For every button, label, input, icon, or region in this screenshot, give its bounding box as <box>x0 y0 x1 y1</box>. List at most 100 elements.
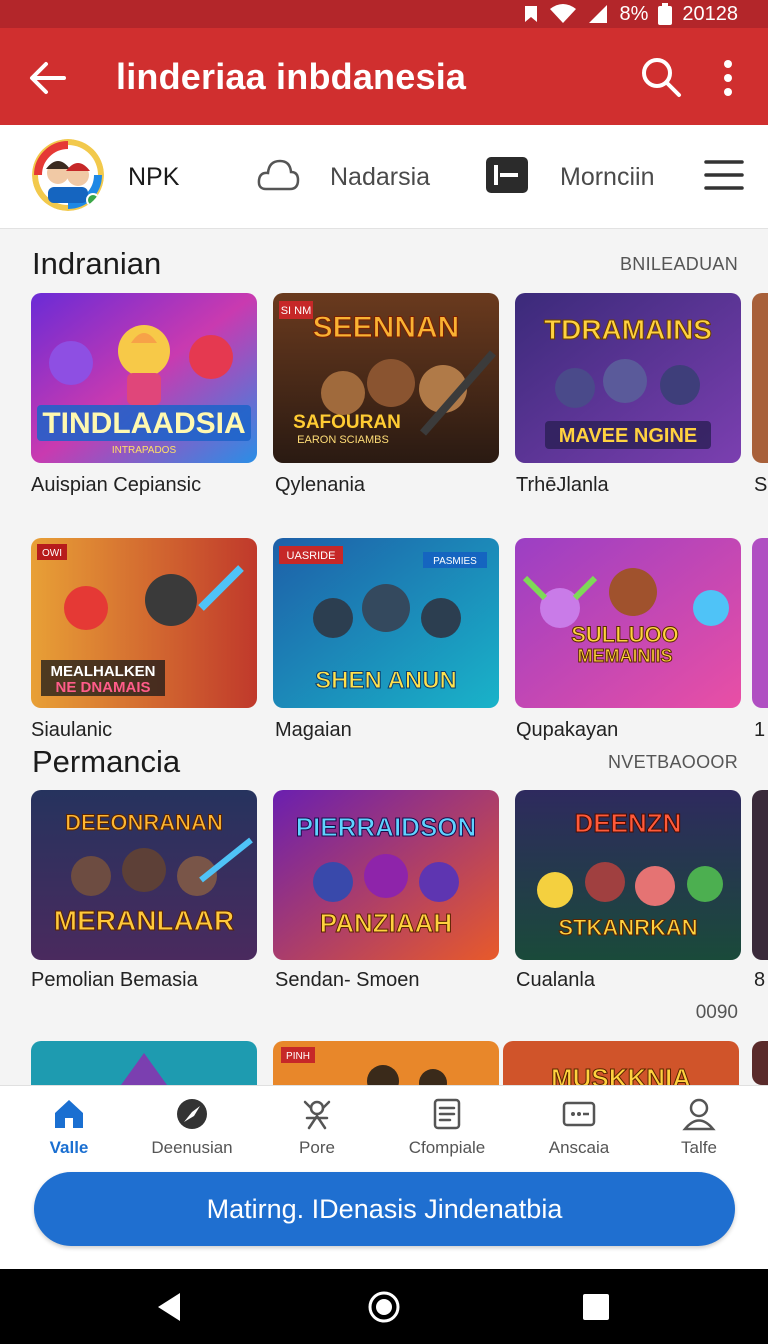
game-card[interactable]: OWI MEALHALKEN NE DNAMAIS <box>31 538 257 708</box>
bottom-nav-talfe[interactable]: Talfe <box>639 1096 759 1158</box>
game-card[interactable] <box>31 1041 257 1085</box>
back-arrow-icon[interactable] <box>28 58 68 98</box>
game-art-tag: PASMIES <box>433 556 477 567</box>
game-art-tag: SI NM <box>281 305 312 317</box>
game-card[interactable]: SI NM SEENNAN SAFOURAN EARON SCIAMBS <box>273 293 499 463</box>
bottom-nav-deenusian[interactable]: Deenusian <box>132 1096 252 1158</box>
game-card[interactable]: TDRAMAINS MAVEE NGINE <box>515 293 741 463</box>
game-title[interactable]: Siaulanic <box>31 719 112 742</box>
game-title[interactable]: 1 <box>754 719 765 742</box>
bottom-nav-label: Talfe <box>681 1138 717 1157</box>
battery-icon <box>658 3 673 25</box>
game-art-title: PIERRAIDSON <box>296 812 477 842</box>
game-art-subtitle: MEMAINIIS <box>577 646 672 666</box>
game-title[interactable]: TrhēJlanla <box>516 474 609 497</box>
game-card-partial[interactable] <box>752 790 768 960</box>
bottom-nav-valle[interactable]: Valle <box>9 1096 129 1158</box>
bottom-nav-anscaia[interactable]: Anscaia <box>519 1096 639 1158</box>
battery-percent: 8% <box>619 2 649 25</box>
document-icon <box>433 1098 461 1130</box>
status-bar: 8% 20128 <box>0 0 768 28</box>
home-icon <box>55 1100 83 1128</box>
system-home-icon[interactable] <box>366 1289 402 1325</box>
game-title[interactable]: 8 <box>754 969 765 992</box>
game-art-subtitle: EARON SCIAMBS <box>297 434 389 446</box>
section-title: Indranian <box>32 246 162 281</box>
game-title[interactable]: Qylenania <box>275 474 365 497</box>
wifi-icon <box>549 3 577 25</box>
game-title[interactable]: Auispian Cepiansic <box>31 474 201 497</box>
game-art-subtitle: MAVEE NGINE <box>559 425 698 447</box>
top-navigation: NPK Nadarsia Mornciin <box>0 125 768 229</box>
game-card[interactable]: UASRIDE PASMIES SHEN ANUN <box>273 538 499 708</box>
section-see-all-link[interactable]: NVETBAOOOR <box>608 752 738 773</box>
bottom-nav-label: Anscaia <box>548 1138 610 1157</box>
signal-icon <box>587 3 609 25</box>
bottom-nav-pore[interactable]: Pore <box>257 1096 377 1158</box>
game-art-title: SULLUOO <box>571 622 679 647</box>
bottom-nav-cfompiale[interactable]: Cfompiale <box>387 1096 507 1158</box>
terminal-icon[interactable] <box>486 157 528 193</box>
game-art-subtitle: SAFOURAN <box>293 412 401 433</box>
game-title[interactable]: S <box>754 474 767 497</box>
system-back-icon[interactable] <box>152 1289 188 1325</box>
hamburger-menu-icon[interactable] <box>704 159 744 191</box>
game-art-title: DEENZN <box>575 808 682 838</box>
more-options-icon[interactable] <box>718 58 738 98</box>
online-status-icon <box>86 193 100 207</box>
game-title[interactable]: Magaian <box>275 719 352 742</box>
section-title: Permancia <box>32 744 181 779</box>
item-counter: 0090 <box>695 1002 738 1023</box>
game-art-title: SEENNAN <box>313 311 460 344</box>
game-title[interactable]: Pemolian Bemasia <box>31 969 198 992</box>
game-art-subtitle: PANZIAAH <box>320 908 452 938</box>
game-card[interactable]: PINH <box>273 1041 499 1085</box>
section-see-all-link[interactable]: BNILEADUAN <box>620 254 738 275</box>
game-art-title: TDRAMAINS <box>544 314 712 345</box>
game-title[interactable]: Sendan- Smoen <box>275 969 420 992</box>
game-art-subtitle: NE DNAMAIS <box>55 679 150 696</box>
game-art-subtitle: INTRAPADOS <box>112 445 177 456</box>
bottom-nav-label: Deenusian <box>151 1138 233 1157</box>
game-art-tag: PINH <box>286 1051 310 1062</box>
user-avatar[interactable] <box>32 139 104 211</box>
user-label: NPK <box>128 163 180 191</box>
tab-nadarsia[interactable]: Nadarsia <box>330 163 430 192</box>
game-card[interactable]: SULLUOO MEMAINIIS <box>515 538 741 708</box>
bottom-nav-label: Pore <box>299 1138 335 1157</box>
game-card[interactable]: DEENZN STKANRKAN <box>515 790 741 960</box>
game-card[interactable]: MUSKKNIA <box>503 1041 739 1085</box>
system-recents-icon[interactable] <box>578 1289 614 1325</box>
game-character-icon <box>303 1100 331 1130</box>
game-art-title: MEALHALKEN <box>51 663 156 680</box>
status-time: 20128 <box>682 2 738 25</box>
game-card[interactable]: DEEONRANAN MERANLAAR <box>31 790 257 960</box>
game-art-title: DEEONRANAN <box>65 810 223 835</box>
tab-morncin[interactable]: Mornciin <box>560 163 654 192</box>
game-art-tag: UASRIDE <box>287 550 336 562</box>
game-card-partial[interactable] <box>752 538 768 708</box>
notification-icon <box>523 4 539 24</box>
game-art-tag: OWI <box>42 548 62 559</box>
app-bar: linderiaa inbdanesia <box>0 28 768 125</box>
game-art-title: TINDLAADSIA <box>42 407 245 440</box>
cloud-icon[interactable] <box>256 155 300 195</box>
game-title[interactable]: Cualanla <box>516 969 595 992</box>
game-card[interactable]: PIERRAIDSON PANZIAAH <box>273 790 499 960</box>
compass-icon <box>177 1099 207 1129</box>
game-card-partial[interactable] <box>752 293 768 463</box>
bottom-nav-label: Cfompiale <box>408 1138 486 1157</box>
game-title[interactable]: Qupakayan <box>516 719 618 742</box>
profile-icon <box>682 1098 716 1131</box>
primary-action-button[interactable]: Matirng. IDenasis Jindenatbia <box>34 1172 735 1246</box>
ticket-icon <box>562 1101 596 1127</box>
game-art-title: MUSKKNIA <box>551 1063 691 1085</box>
system-navigation-bar <box>0 1269 768 1344</box>
app-title: linderiaa inbdanesia <box>116 56 467 97</box>
bottom-navigation: Valle Deenusian Pore Cfompiale Anscaia T… <box>0 1085 768 1269</box>
search-icon[interactable] <box>640 56 682 98</box>
game-art-title: SHEN ANUN <box>315 667 457 694</box>
bottom-nav-label: Valle <box>49 1138 89 1157</box>
game-card[interactable]: TINDLAADSIA INTRAPADOS <box>31 293 257 463</box>
game-card-partial[interactable] <box>752 1041 768 1085</box>
